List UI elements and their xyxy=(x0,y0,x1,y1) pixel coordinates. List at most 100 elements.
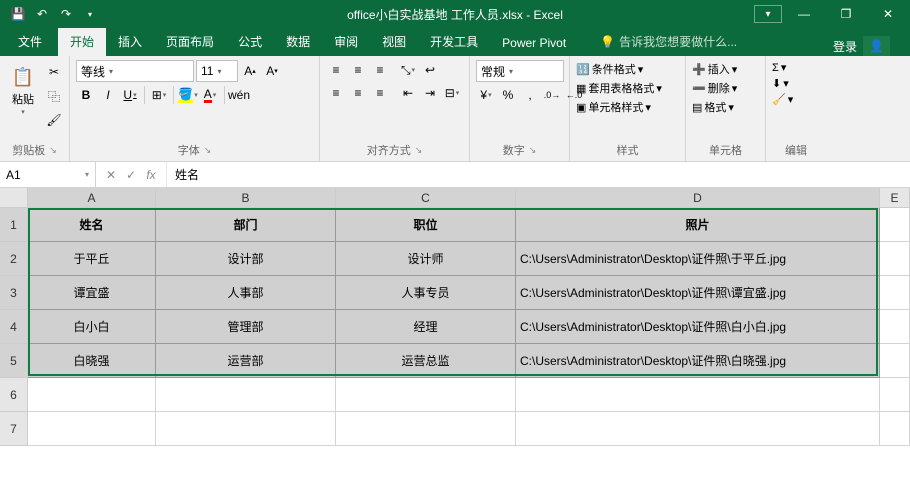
font-size-combo[interactable]: 11▾ xyxy=(196,60,238,82)
cell-C7[interactable] xyxy=(336,412,516,446)
cell-B4[interactable]: 管理部 xyxy=(156,310,336,344)
delete-cells-button[interactable]: ➖删除 ▾ xyxy=(692,79,737,97)
cell-A7[interactable] xyxy=(28,412,156,446)
wrap-text-button[interactable]: ↩ xyxy=(420,60,440,80)
cell-E7[interactable] xyxy=(880,412,910,446)
conditional-format-button[interactable]: 🔢条件格式 ▾ xyxy=(576,60,643,78)
cell-C1[interactable]: 职位 xyxy=(336,208,516,242)
font-color-button[interactable]: A xyxy=(200,85,220,105)
percent-button[interactable]: % xyxy=(498,85,518,105)
border-button[interactable]: ⊞ xyxy=(149,85,169,105)
format-cells-button[interactable]: ▤格式 ▾ xyxy=(692,98,734,116)
cell-D1[interactable]: 照片 xyxy=(516,208,880,242)
cell-C5[interactable]: 运营总监 xyxy=(336,344,516,378)
fill-color-button[interactable]: 🪣 xyxy=(178,85,198,105)
cell-D7[interactable] xyxy=(516,412,880,446)
cell-B5[interactable]: 运营部 xyxy=(156,344,336,378)
row-header-4[interactable]: 4 xyxy=(0,310,28,344)
align-bottom-button[interactable]: ≡ xyxy=(370,60,390,80)
confirm-formula-button[interactable]: ✓ xyxy=(122,168,140,182)
cell-D4[interactable]: C:\Users\Administrator\Desktop\证件照\白小白.j… xyxy=(516,310,880,344)
cell-C6[interactable] xyxy=(336,378,516,412)
cell-E3[interactable] xyxy=(880,276,910,310)
cell-E6[interactable] xyxy=(880,378,910,412)
clipboard-launcher[interactable]: ↘ xyxy=(49,145,57,156)
bold-button[interactable]: B xyxy=(76,85,96,105)
row-header-6[interactable]: 6 xyxy=(0,378,28,412)
close-button[interactable]: ✕ xyxy=(868,0,908,28)
row-header-3[interactable]: 3 xyxy=(0,276,28,310)
decrease-indent-button[interactable]: ⇤ xyxy=(398,83,418,103)
ribbon-display-options-icon[interactable]: ▾ xyxy=(754,5,782,23)
cell-A1[interactable]: 姓名 xyxy=(28,208,156,242)
comma-button[interactable]: , xyxy=(520,85,540,105)
tab-developer[interactable]: 开发工具 xyxy=(418,27,490,56)
cell-B2[interactable]: 设计部 xyxy=(156,242,336,276)
increase-font-button[interactable]: A▴ xyxy=(240,61,260,81)
italic-button[interactable]: I xyxy=(98,85,118,105)
cell-E4[interactable] xyxy=(880,310,910,344)
fx-button[interactable]: fx xyxy=(142,168,160,182)
cell-A5[interactable]: 白晓强 xyxy=(28,344,156,378)
cut-button[interactable]: ✂ xyxy=(44,62,64,82)
decrease-font-button[interactable]: A▾ xyxy=(262,61,282,81)
cell-C4[interactable]: 经理 xyxy=(336,310,516,344)
qat-customize-icon[interactable]: ▾ xyxy=(82,6,98,22)
font-name-combo[interactable]: 等线▾ xyxy=(76,60,194,82)
paste-button[interactable]: 📋 粘贴 ▾ xyxy=(6,60,40,118)
autosum-button[interactable]: Σ ▾ xyxy=(772,60,786,75)
alignment-launcher[interactable]: ↘ xyxy=(415,145,423,156)
cell-E1[interactable] xyxy=(880,208,910,242)
currency-button[interactable]: ¥ xyxy=(476,85,496,105)
orientation-button[interactable]: ⤡ xyxy=(398,60,418,80)
minimize-button[interactable]: — xyxy=(784,0,824,28)
column-header-D[interactable]: D xyxy=(516,188,880,208)
cell-C3[interactable]: 人事专员 xyxy=(336,276,516,310)
fill-button[interactable]: ⬇ ▾ xyxy=(772,76,789,91)
merge-button[interactable]: ⊟ xyxy=(442,83,462,103)
restore-button[interactable]: ❐ xyxy=(826,0,866,28)
cell-E2[interactable] xyxy=(880,242,910,276)
align-middle-button[interactable]: ≡ xyxy=(348,60,368,80)
cell-E5[interactable] xyxy=(880,344,910,378)
tab-view[interactable]: 视图 xyxy=(370,27,418,56)
tab-formulas[interactable]: 公式 xyxy=(226,27,274,56)
row-header-2[interactable]: 2 xyxy=(0,242,28,276)
format-painter-button[interactable]: 🖌 xyxy=(44,110,64,130)
increase-indent-button[interactable]: ⇥ xyxy=(420,83,440,103)
column-header-C[interactable]: C xyxy=(336,188,516,208)
row-header-5[interactable]: 5 xyxy=(0,344,28,378)
cell-A2[interactable]: 于平丘 xyxy=(28,242,156,276)
align-center-button[interactable]: ≡ xyxy=(348,83,368,103)
cell-A3[interactable]: 谭宜盛 xyxy=(28,276,156,310)
name-box[interactable]: A1 ▾ xyxy=(0,162,96,187)
redo-icon[interactable]: ↷ xyxy=(58,6,74,22)
tell-me-search[interactable]: 💡 告诉我您想要做什么... xyxy=(588,27,749,56)
copy-button[interactable]: ⿻ xyxy=(44,86,64,106)
clear-button[interactable]: 🧹 ▾ xyxy=(772,92,793,107)
underline-button[interactable]: U xyxy=(120,85,140,105)
align-left-button[interactable]: ≡ xyxy=(326,83,346,103)
worksheet-grid[interactable]: ABCDE 1234567 姓名部门职位照片于平丘设计部设计师C:\Users\… xyxy=(0,188,910,504)
cell-styles-button[interactable]: ▣单元格样式 ▾ xyxy=(576,98,651,116)
column-header-A[interactable]: A xyxy=(28,188,156,208)
tab-insert[interactable]: 插入 xyxy=(106,27,154,56)
cell-D3[interactable]: C:\Users\Administrator\Desktop\证件照\谭宜盛.j… xyxy=(516,276,880,310)
cell-D5[interactable]: C:\Users\Administrator\Desktop\证件照\白晓强.j… xyxy=(516,344,880,378)
number-format-combo[interactable]: 常规▾ xyxy=(476,60,564,82)
save-icon[interactable]: 💾 xyxy=(10,6,26,22)
login-button[interactable]: 登录 xyxy=(833,38,857,55)
tab-file[interactable]: 文件 xyxy=(6,27,54,56)
cell-D2[interactable]: C:\Users\Administrator\Desktop\证件照\于平丘.j… xyxy=(516,242,880,276)
increase-decimal-button[interactable]: .0→ xyxy=(542,85,562,105)
cell-B1[interactable]: 部门 xyxy=(156,208,336,242)
cell-A6[interactable] xyxy=(28,378,156,412)
font-launcher[interactable]: ↘ xyxy=(204,145,212,156)
user-icon[interactable]: 👤 xyxy=(863,36,890,56)
cell-B6[interactable] xyxy=(156,378,336,412)
cell-B7[interactable] xyxy=(156,412,336,446)
table-format-button[interactable]: ▦套用表格格式 ▾ xyxy=(576,79,662,97)
row-header-7[interactable]: 7 xyxy=(0,412,28,446)
tab-data[interactable]: 数据 xyxy=(274,27,322,56)
cell-D6[interactable] xyxy=(516,378,880,412)
